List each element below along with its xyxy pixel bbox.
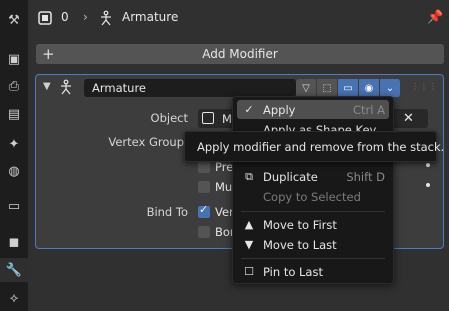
menu-item-move-to-last[interactable]: ▼ Move to Last — [237, 235, 389, 254]
extras-dropdown-chevron-icon[interactable]: ⌄ — [380, 79, 401, 97]
modifier-name-field[interactable]: Armature — [84, 79, 296, 97]
add-modifier-label: Add Modifier — [202, 47, 278, 61]
menu-item-pin-to-last[interactable]: ☐ Pin to Last — [237, 262, 389, 281]
edit-mode-icon[interactable]: ⬚ — [317, 79, 338, 97]
render-icon[interactable]: ▣ — [4, 49, 24, 69]
object-data-icon — [38, 11, 52, 25]
realtime-viewport-icon[interactable]: ▭ — [338, 79, 359, 97]
bind-vertex-groups-label: Ver — [215, 205, 234, 219]
object-icon[interactable]: ◼ — [4, 232, 24, 252]
properties-tab-strip: ⚒ ▣ ⎙ ▤ ✦ ◍ ▭ ◼ 🔧 ⟡ — [0, 0, 28, 311]
menu-item-pin-label: Pin to Last — [263, 264, 323, 279]
pin-icon[interactable]: 📌 — [427, 10, 443, 26]
bind-vertex-groups-checkbox[interactable] — [198, 203, 210, 218]
modifier-extras-menu: ✓ Apply Ctrl A Apply as Shape Key ⧉ Dupl… — [232, 96, 394, 284]
triangle-up-icon: ▲ — [244, 218, 254, 231]
context-name: Armature — [122, 10, 179, 24]
on-cage-icon[interactable]: ▽ — [296, 79, 317, 97]
apply-tooltip: Apply modifier and remove from the stack… — [184, 131, 444, 162]
preserve-volume-checkbox[interactable] — [198, 161, 210, 173]
object-count: 0 — [61, 10, 69, 24]
collapse-chevron-icon[interactable]: ▼ — [43, 81, 51, 92]
bind-bone-envelopes-checkbox[interactable] — [198, 226, 210, 238]
menu-item-move-to-first[interactable]: ▲ Move to First — [237, 215, 389, 234]
menu-item-move-last-label: Move to Last — [263, 237, 337, 252]
keyframe-dot-icon[interactable] — [426, 163, 430, 167]
bind-to-label: Bind To — [146, 205, 188, 219]
menu-item-copy-label: Copy to Selected — [263, 189, 361, 204]
checkmark-icon: ✓ — [244, 103, 254, 116]
properties-header: 0 › Armature 📌 — [28, 0, 449, 36]
menu-item-apply-shortcut: Ctrl A — [353, 102, 385, 117]
menu-item-apply-label: Apply — [263, 102, 296, 117]
triangle-down-icon: ▼ — [244, 238, 254, 251]
menu-separator — [241, 258, 385, 259]
menu-item-duplicate[interactable]: ⧉ Duplicate Shift D — [237, 167, 389, 186]
particles-icon[interactable]: ⟡ — [4, 288, 24, 308]
object-label: Object — [150, 111, 188, 125]
menu-item-duplicate-shortcut: Shift D — [346, 169, 385, 184]
duplicate-icon: ⧉ — [245, 169, 253, 183]
vertex-group-label: Vertex Group — [108, 135, 184, 149]
keyframe-dot-icon[interactable] — [426, 183, 430, 187]
armature-modifier-icon — [61, 79, 71, 95]
clear-object-icon[interactable]: ✕ — [403, 111, 414, 126]
view-layer-icon[interactable]: ▤ — [4, 104, 24, 124]
menu-item-copy-to-selected[interactable]: Copy to Selected — [237, 187, 389, 206]
preserve-volume-label: Pre — [215, 160, 234, 174]
breadcrumb-chevron-icon: › — [83, 10, 88, 24]
world-icon[interactable]: ◍ — [4, 161, 24, 181]
add-modifier-button[interactable]: + Add Modifier — [36, 44, 444, 64]
tool-icon[interactable]: ⚒ — [4, 10, 24, 30]
armature-icon — [101, 10, 111, 26]
object-icon-small — [202, 112, 214, 124]
drag-handle-icon[interactable]: ⋮⋮⋮ — [411, 82, 438, 91]
menu-item-apply[interactable]: ✓ Apply Ctrl A — [237, 100, 389, 119]
checkbox-icon: ☐ — [244, 265, 254, 278]
scene-icon[interactable]: ✦ — [4, 134, 24, 154]
modifier-icon[interactable]: 🔧 — [0, 258, 28, 282]
menu-item-move-first-label: Move to First — [263, 217, 337, 232]
modifier-toggle-row: ▽ ⬚ ▭ ◉ ⌄ — [296, 79, 401, 97]
collection-icon[interactable]: ▭ — [4, 196, 24, 216]
object-value: M — [222, 112, 232, 126]
render-camera-icon[interactable]: ◉ — [359, 79, 380, 97]
menu-separator — [241, 211, 385, 212]
menu-item-duplicate-label: Duplicate — [263, 169, 318, 184]
output-icon[interactable]: ⎙ — [4, 76, 24, 96]
multi-modifier-label: Mu — [215, 180, 233, 194]
multi-modifier-checkbox[interactable] — [198, 181, 210, 193]
